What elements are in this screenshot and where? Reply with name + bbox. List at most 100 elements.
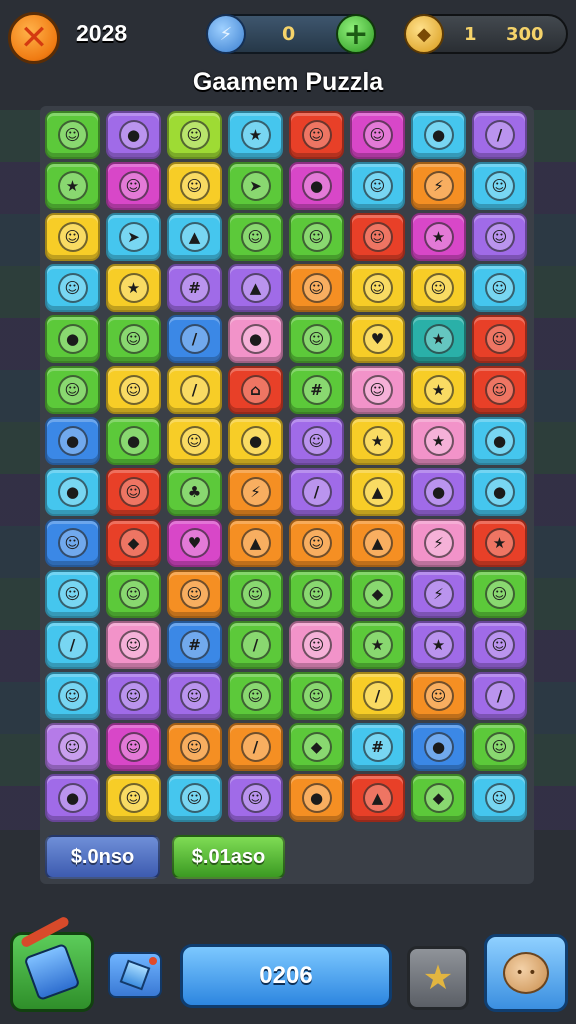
tile-orange-pencil[interactable]: / <box>228 723 283 771</box>
tile-purple-pencil[interactable]: / <box>472 111 527 159</box>
money-button-right[interactable]: $.01aso <box>172 835 285 879</box>
tile-cyan-blob[interactable]: ● <box>472 468 527 516</box>
tile-green-face[interactable]: ☺ <box>289 672 344 720</box>
tile-green-fish[interactable]: ◆ <box>350 570 405 618</box>
tile-green-hash[interactable]: # <box>289 366 344 414</box>
tile-purple-hash[interactable]: # <box>167 264 222 312</box>
tile-green-fish[interactable]: ◆ <box>411 774 466 822</box>
tile-cyan-face[interactable]: ☺ <box>350 162 405 210</box>
tile-cyan-pencil[interactable]: / <box>45 621 100 669</box>
hammer-booster-button[interactable] <box>10 915 94 1012</box>
tile-cyan-drop[interactable]: ● <box>472 417 527 465</box>
tile-yellow-star[interactable]: ★ <box>350 417 405 465</box>
tile-red-face[interactable]: ☺ <box>472 315 527 363</box>
tile-purple-drop[interactable]: ● <box>45 774 100 822</box>
tile-magenta-face[interactable]: ☺ <box>106 723 161 771</box>
tile-green-face[interactable]: ☺ <box>45 366 100 414</box>
tile-magenta-face[interactable]: ☺ <box>350 111 405 159</box>
tile-red-face[interactable]: ☺ <box>106 468 161 516</box>
tile-yellow-heart[interactable]: ♥ <box>350 315 405 363</box>
tile-pink-drop[interactable]: ● <box>228 315 283 363</box>
tile-yellow-face[interactable]: ☺ <box>106 366 161 414</box>
tile-green-face[interactable]: ☺ <box>472 723 527 771</box>
tile-green-leaf[interactable]: ♣ <box>167 468 222 516</box>
tile-orange-blob[interactable]: ● <box>289 774 344 822</box>
tile-yellow-face[interactable]: ☺ <box>350 264 405 312</box>
tile-cyan-face[interactable]: ☺ <box>45 672 100 720</box>
tile-red-face[interactable]: ☺ <box>350 213 405 261</box>
tile-blue-pencil[interactable]: / <box>167 315 222 363</box>
tile-orange-face[interactable]: ☺ <box>289 519 344 567</box>
tile-yellow-star[interactable]: ★ <box>411 366 466 414</box>
tile-orange-face[interactable]: ☺ <box>411 672 466 720</box>
tile-orange-face[interactable]: ☺ <box>167 570 222 618</box>
tile-cyan-arrow[interactable]: ➤ <box>106 213 161 261</box>
tile-green-drop[interactable]: ● <box>106 417 161 465</box>
tile-yellow-face[interactable]: ☺ <box>45 213 100 261</box>
tile-green-face[interactable]: ☺ <box>289 570 344 618</box>
close-button[interactable]: ✕ <box>8 12 60 64</box>
tile-teal-star[interactable]: ★ <box>411 315 466 363</box>
tile-blue-face[interactable]: ☺ <box>45 519 100 567</box>
tile-orange-face[interactable]: ☺ <box>167 723 222 771</box>
tile-green-face[interactable]: ☺ <box>106 315 161 363</box>
tile-red-tri[interactable]: ▲ <box>350 774 405 822</box>
tile-blue-drop[interactable]: ● <box>45 417 100 465</box>
tile-green-face[interactable]: ☺ <box>289 213 344 261</box>
tile-green-face[interactable]: ☺ <box>45 111 100 159</box>
tile-green-star[interactable]: ★ <box>350 621 405 669</box>
tile-green-face[interactable]: ☺ <box>228 213 283 261</box>
star-button[interactable]: ★ <box>407 946 469 1010</box>
tile-yellow-face[interactable]: ☺ <box>167 162 222 210</box>
tile-green-face[interactable]: ☺ <box>289 315 344 363</box>
tile-green-face[interactable]: ☺ <box>106 570 161 618</box>
tile-orange-hat[interactable]: ▲ <box>350 519 405 567</box>
cookie-booster-button[interactable]: • • <box>484 934 568 1012</box>
tile-purple-face[interactable]: ☺ <box>289 417 344 465</box>
tile-magenta-star[interactable]: ★ <box>411 213 466 261</box>
tile-cyan-face[interactable]: ☺ <box>472 264 527 312</box>
tile-purple-face[interactable]: ☺ <box>472 213 527 261</box>
tile-orange-bolt[interactable]: ⚡ <box>411 162 466 210</box>
gem-booster-button[interactable] <box>108 952 162 998</box>
tile-cyan-face[interactable]: ☺ <box>167 774 222 822</box>
tile-cyan-face[interactable]: ☺ <box>472 774 527 822</box>
tile-pink-face[interactable]: ☺ <box>289 621 344 669</box>
tile-lavender-face[interactable]: ☺ <box>45 723 100 771</box>
tile-blue-hash[interactable]: # <box>167 621 222 669</box>
tile-green-face[interactable]: ☺ <box>228 570 283 618</box>
tile-cyan-face[interactable]: ☺ <box>45 570 100 618</box>
tile-red-face[interactable]: ☺ <box>289 111 344 159</box>
tile-cyan-star[interactable]: ★ <box>228 111 283 159</box>
tile-green-fish[interactable]: ◆ <box>289 723 344 771</box>
tile-purple-face[interactable]: ☺ <box>106 672 161 720</box>
add-moves-button[interactable]: + <box>336 14 376 54</box>
main-action-button[interactable]: 0206 <box>180 944 392 1008</box>
tile-green-drop[interactable]: ● <box>45 315 100 363</box>
tile-cyan-blob[interactable]: ● <box>45 468 100 516</box>
tile-green-face[interactable]: ☺ <box>472 570 527 618</box>
tile-yellow-tri[interactable]: ▲ <box>350 468 405 516</box>
tile-cyan-face[interactable]: ☺ <box>45 264 100 312</box>
tile-blue-drop[interactable]: ● <box>411 723 466 771</box>
tile-pink-face[interactable]: ☺ <box>106 621 161 669</box>
tile-purple-pencil[interactable]: / <box>472 672 527 720</box>
tile-green-arrow[interactable]: ➤ <box>228 162 283 210</box>
tile-yellow-star[interactable]: ★ <box>106 264 161 312</box>
tile-purple-face[interactable]: ☺ <box>167 672 222 720</box>
tile-green-star[interactable]: ★ <box>45 162 100 210</box>
tile-green-pencil[interactable]: / <box>228 621 283 669</box>
tile-purple-face[interactable]: ☺ <box>472 621 527 669</box>
tile-orange-face[interactable]: ☺ <box>289 264 344 312</box>
tile-cyan-hash[interactable]: # <box>350 723 405 771</box>
tile-cyan-face[interactable]: ☺ <box>472 162 527 210</box>
tile-cyan-drop[interactable]: ● <box>411 111 466 159</box>
tile-red-house[interactable]: ⌂ <box>228 366 283 414</box>
tile-magenta-heart[interactable]: ♥ <box>167 519 222 567</box>
tile-yellow-face[interactable]: ☺ <box>167 417 222 465</box>
tile-orange-bolt[interactable]: ⚡ <box>228 468 283 516</box>
tile-purple-drop[interactable]: ● <box>411 468 466 516</box>
tile-green-face[interactable]: ☺ <box>228 672 283 720</box>
tile-yellow-face[interactable]: ☺ <box>411 264 466 312</box>
tile-yellow-face[interactable]: ☺ <box>106 774 161 822</box>
